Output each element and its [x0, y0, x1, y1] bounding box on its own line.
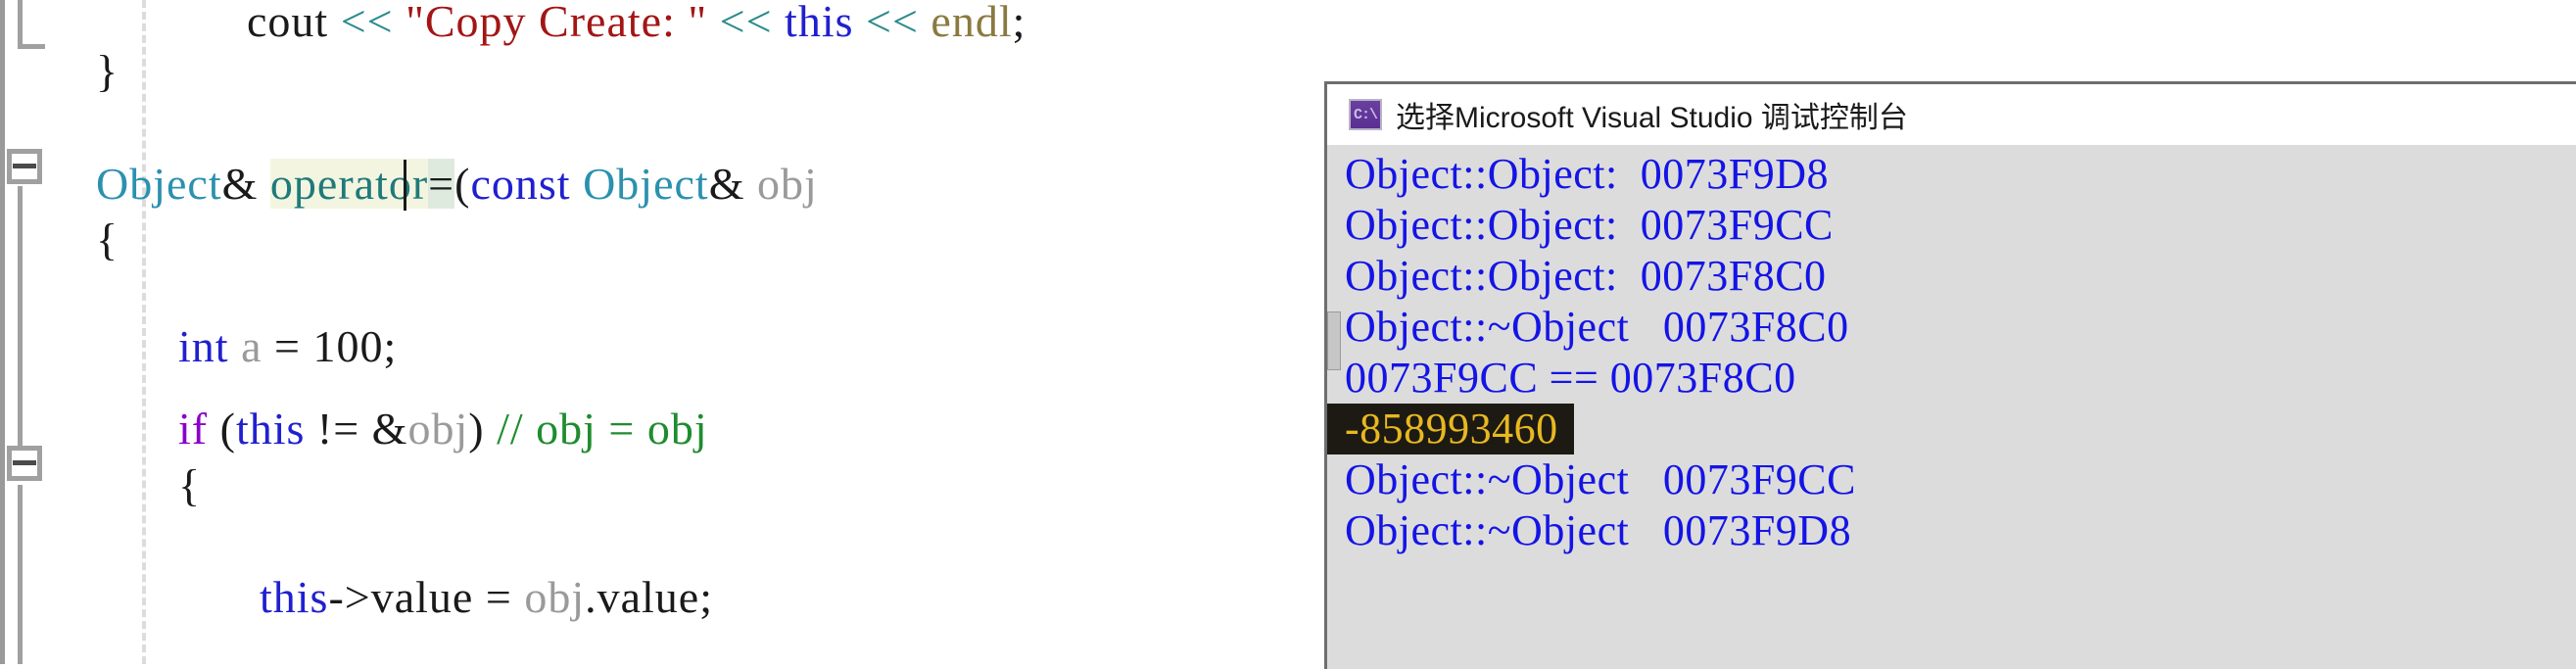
code-token: const [470, 159, 584, 209]
code-token: = [428, 159, 455, 209]
console-line-7: Object::~Object 0073F9CC [1345, 455, 1856, 503]
fold-collapse-box[interactable] [7, 149, 42, 184]
code-token: ( [454, 159, 471, 209]
console-titlebar[interactable]: C:\ 选择Microsoft Visual Studio 调试控制台 [1327, 84, 2576, 145]
code-token: { [178, 460, 202, 510]
line-inner-open-brace[interactable]: { [178, 458, 201, 513]
console-line-row: -858993460 [1327, 404, 2576, 454]
console-line-container: Object::Object: 0073F9D8 Object::Object: … [1327, 149, 2576, 556]
console-line-1: Object::Object: 0073F9D8 [1345, 150, 1829, 198]
code-token: endl [930, 0, 1013, 46]
code-token: a [241, 321, 274, 371]
code-token: "Copy Create: " [405, 0, 720, 46]
line-this-value[interactable]: this->value = obj.value; [260, 570, 713, 625]
console-line-2: Object::Object: 0073F9CC [1345, 201, 1834, 249]
code-token: & [221, 159, 270, 209]
console-title: 选择Microsoft Visual Studio 调试控制台 [1396, 102, 1908, 134]
console-line-6[interactable]: -858993460 [1327, 404, 1574, 454]
code-token: this [785, 0, 867, 46]
console-line-row: Object::Object: 0073F9D8 [1327, 149, 2576, 200]
fold-elbow [18, 44, 45, 49]
code-token: = [485, 572, 525, 622]
fold-line [18, 0, 23, 49]
line-int-a[interactable]: int a = 100; [178, 319, 397, 374]
console-app-icon: C:\ [1349, 99, 1382, 130]
console-line-3: Object::Object: 0073F8C0 [1345, 252, 1827, 300]
code-token: int [178, 321, 242, 371]
code-token: . [585, 572, 597, 622]
code-token: ; [1012, 0, 1026, 46]
code-token: obj [407, 404, 469, 454]
code-token: ; [383, 321, 398, 371]
indent-guide [142, 0, 146, 664]
code-token: { [96, 215, 119, 264]
minus-icon [13, 460, 36, 465]
fold-line [18, 485, 23, 664]
line-if-this[interactable]: if (this != &obj) // obj = obj [178, 402, 708, 456]
code-token: this [260, 572, 329, 622]
line-cout[interactable]: cout << "Copy Create: " << this << endl; [247, 0, 1026, 49]
code-token: this [235, 404, 317, 454]
line-operator-assign[interactable]: Object& operator=(const Object& obj [96, 157, 818, 212]
code-folding-margin[interactable] [5, 0, 64, 664]
code-token: != [316, 404, 372, 454]
debug-console-window[interactable]: C:\ 选择Microsoft Visual Studio 调试控制台 Obje… [1324, 81, 2576, 669]
code-token: -> [328, 572, 371, 622]
console-line-row: Object::Object: 0073F8C0 [1327, 251, 2576, 302]
console-line-8: Object::~Object 0073F9D8 [1345, 506, 1852, 554]
console-line-row: 0073F9CC == 0073F8C0 [1327, 353, 2576, 404]
screen-root: cout << "Copy Create: " << this << endl;… [0, 0, 2576, 669]
code-token: ( [219, 404, 236, 454]
code-token: = [273, 321, 313, 371]
line-close-brace[interactable]: } [96, 44, 119, 99]
console-line-row: Object::~Object 0073F9D8 [1327, 505, 2576, 556]
code-token: value [370, 572, 486, 622]
code-token: << [719, 0, 786, 46]
code-token: << [340, 0, 406, 46]
code-token: & [708, 159, 757, 209]
code-token: } [96, 46, 119, 96]
console-output-area[interactable]: Object::Object: 0073F9D8 Object::Object: … [1327, 145, 2576, 669]
code-token: ; [699, 572, 713, 622]
minus-icon [13, 164, 36, 168]
code-token: obj [756, 159, 818, 209]
code-token: // obj = obj [497, 404, 708, 454]
code-token: obj [524, 572, 586, 622]
line-open-brace[interactable]: { [96, 213, 119, 267]
fold-collapse-box[interactable] [7, 446, 42, 481]
console-line-row: Object::~Object 0073F8C0 [1327, 302, 2576, 353]
code-token: cout [247, 0, 341, 46]
console-line-row: Object::Object: 0073F9CC [1327, 200, 2576, 251]
code-token: value [596, 572, 700, 622]
code-token: << [866, 0, 931, 46]
code-token: if [178, 404, 220, 454]
code-token: 100 [312, 321, 384, 371]
fold-line [18, 186, 23, 446]
text-caret [404, 160, 406, 211]
console-line-4: Object::~Object 0073F8C0 [1345, 303, 1849, 351]
console-line-row: Object::~Object 0073F9CC [1327, 454, 2576, 505]
code-token: Object [583, 159, 709, 209]
console-line-5: 0073F9CC == 0073F8C0 [1345, 354, 1796, 402]
code-token: Object [96, 159, 222, 209]
code-token: & [371, 404, 408, 454]
code-token: ) [468, 404, 498, 454]
